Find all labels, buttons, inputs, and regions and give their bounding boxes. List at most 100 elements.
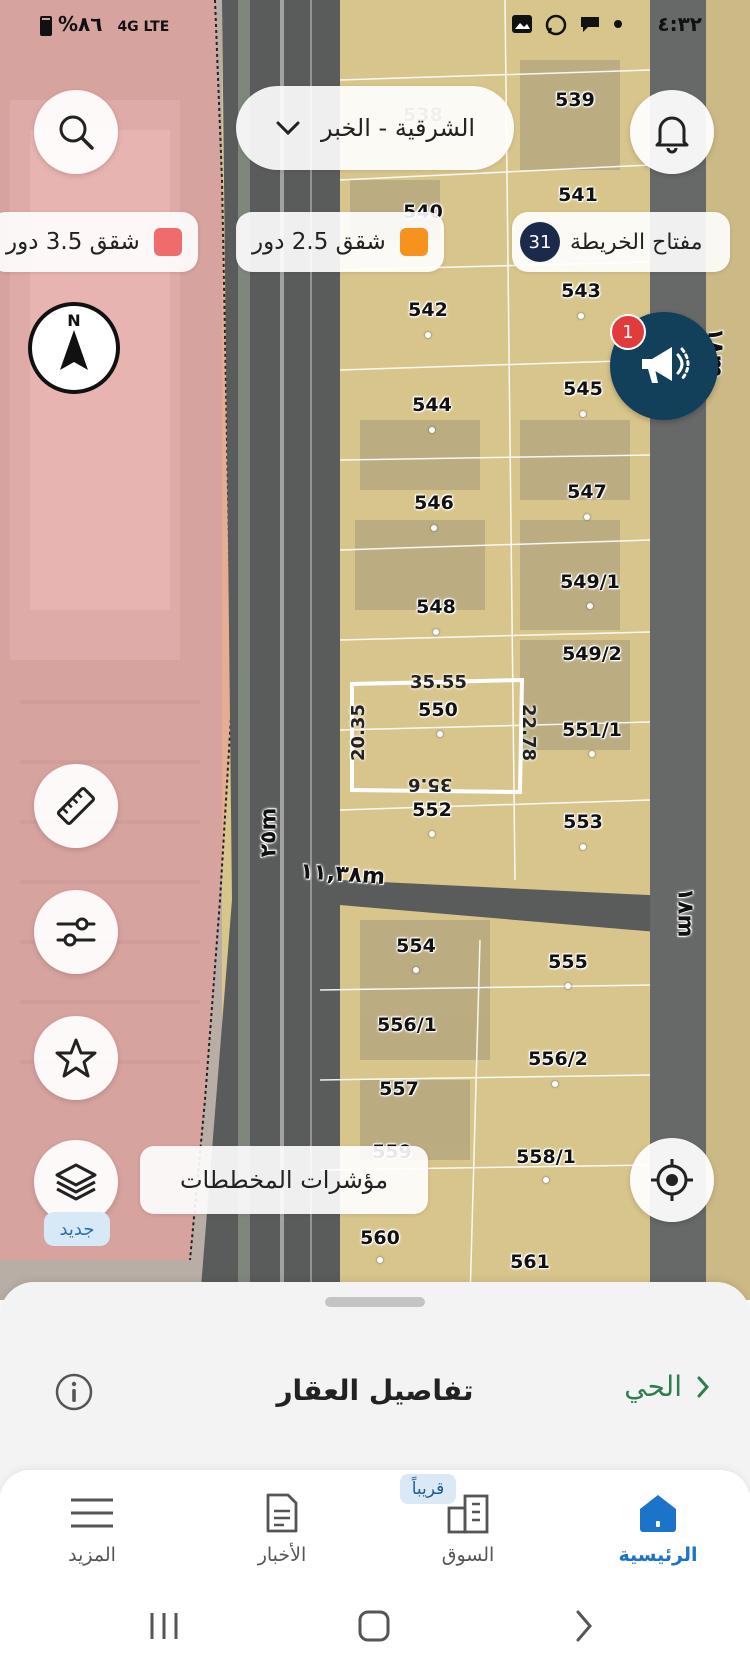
plot-marker [584,514,590,520]
plot-marker [543,1177,549,1183]
sheet-drag-handle[interactable] [325,1297,425,1307]
plot-label[interactable]: 551/1 [562,719,622,741]
plot-label-selected[interactable]: 550 [418,699,458,721]
legend-swatch [153,228,182,256]
map-view[interactable]: 538 539 540 541 542 543 544 545 546 547 … [0,0,750,1300]
clock: ٤:٣٢ [657,12,702,36]
battery-icon [40,15,52,36]
crosshair-icon [651,1159,693,1201]
district-link-label: الحي [624,1370,682,1403]
ruler-icon [56,786,96,826]
plot-label[interactable]: 555 [548,951,588,973]
measure-button[interactable] [34,764,118,848]
my-location-button[interactable] [630,1138,714,1222]
plot-label[interactable]: 560 [360,1227,400,1249]
plot-marker [429,831,435,837]
legend-chip-3-5-floors[interactable]: شقق 3.5 دور [0,212,198,272]
back-chevron-icon [576,1610,592,1642]
favorites-button[interactable] [34,1016,118,1100]
plot-marker [580,411,586,417]
nav-news[interactable]: الأخبار [222,1490,342,1566]
plot-label[interactable]: 546 [414,492,454,514]
notification-icons [511,14,635,36]
plot-marker [425,332,431,338]
notifications-button[interactable] [630,90,714,174]
news-icon [266,1493,298,1533]
dimension-right: 22.78 [517,704,539,761]
nav-label: الأخبار [257,1544,307,1566]
legend-label: شقق 3.5 دور [6,229,140,255]
legend-chip-2-5-floors[interactable]: شقق 2.5 دور [236,212,444,272]
satellite-map [0,0,750,1300]
plot-marker [589,751,595,757]
compass-button[interactable]: N [26,300,122,396]
chat-icon [579,14,601,34]
street-width-label: ١٨m [672,887,698,938]
region-selector[interactable]: الشرقية - الخبر [236,86,514,170]
plot-marker [552,1081,558,1087]
nav-label: السوق [441,1544,495,1566]
home-square-icon [358,1610,390,1642]
plot-label[interactable]: 557 [379,1078,419,1100]
plot-label[interactable]: 543 [561,280,601,302]
network-indicator: 4G LTE [117,19,170,35]
plot-marker [431,525,437,531]
chevron-right-icon [697,1376,710,1397]
star-icon [55,1038,97,1078]
property-details-sheet[interactable]: تفاصيل العقار الحي [0,1282,750,1492]
megaphone-icon [642,347,690,383]
recent-apps-button[interactable] [134,1602,194,1650]
dot-icon [613,14,635,34]
plot-label[interactable]: 545 [563,378,603,400]
nav-label: المزيد [68,1544,116,1566]
coming-soon-badge: قريباً [400,1474,456,1504]
chevron-down-icon [276,121,300,136]
plot-marker [580,844,586,850]
search-icon [59,115,94,150]
plot-label[interactable]: 547 [567,481,607,503]
plot-label[interactable]: 549/2 [562,643,622,665]
nav-home[interactable]: الرئيسية [598,1490,718,1566]
plot-label[interactable]: 544 [412,394,452,416]
battery-status: %٨٦ 4G LTE [40,12,169,36]
home-icon [640,1495,676,1532]
home-system-button[interactable] [344,1602,404,1650]
plot-marker [377,1257,383,1263]
filter-button[interactable] [34,890,118,974]
plot-label[interactable]: 541 [558,184,598,206]
plot-label[interactable]: 554 [396,935,436,957]
whatsapp-icon [545,14,567,36]
district-link[interactable]: الحي [624,1370,710,1403]
plans-indicators-button[interactable]: مؤشرات المخططات [140,1146,428,1214]
plot-label[interactable]: 548 [416,596,456,618]
map-key-button[interactable]: 31 مفتاح الخريطة [512,212,730,272]
plot-label[interactable]: 549/1 [560,571,620,593]
svg-text:N: N [67,311,80,330]
bell-icon [655,116,689,154]
legend-swatch [399,228,428,256]
plot-label[interactable]: 556/1 [377,1014,437,1036]
plot-label[interactable]: 558/1 [516,1146,576,1168]
back-button[interactable] [554,1602,614,1650]
plot-label[interactable]: 542 [408,299,448,321]
layers-icon [55,1163,97,1201]
system-navigation-bar [0,1580,750,1672]
announcement-count-badge: 1 [610,314,646,350]
gallery-icon [511,14,533,34]
plot-label[interactable]: 539 [555,89,595,111]
bottom-navigation: المزيد الأخبار السوق الرئيسية [0,1470,750,1580]
map-key-count: 31 [520,222,560,262]
nav-more[interactable]: المزيد [32,1490,152,1566]
plot-label[interactable]: 561 [510,1251,550,1273]
nav-label: الرئيسية [618,1544,698,1566]
search-button[interactable] [34,90,118,174]
plot-marker [429,427,435,433]
dimension-left: 20.35 [347,704,369,761]
plot-label[interactable]: 553 [563,811,603,833]
plot-label[interactable]: 556/2 [528,1048,588,1070]
dimension-bottom: 35.6 [408,774,453,795]
map-key-label: مفتاح الخريطة [570,229,703,255]
plot-label[interactable]: 552 [412,799,452,821]
plot-marker [437,731,443,737]
plot-marker [433,629,439,635]
